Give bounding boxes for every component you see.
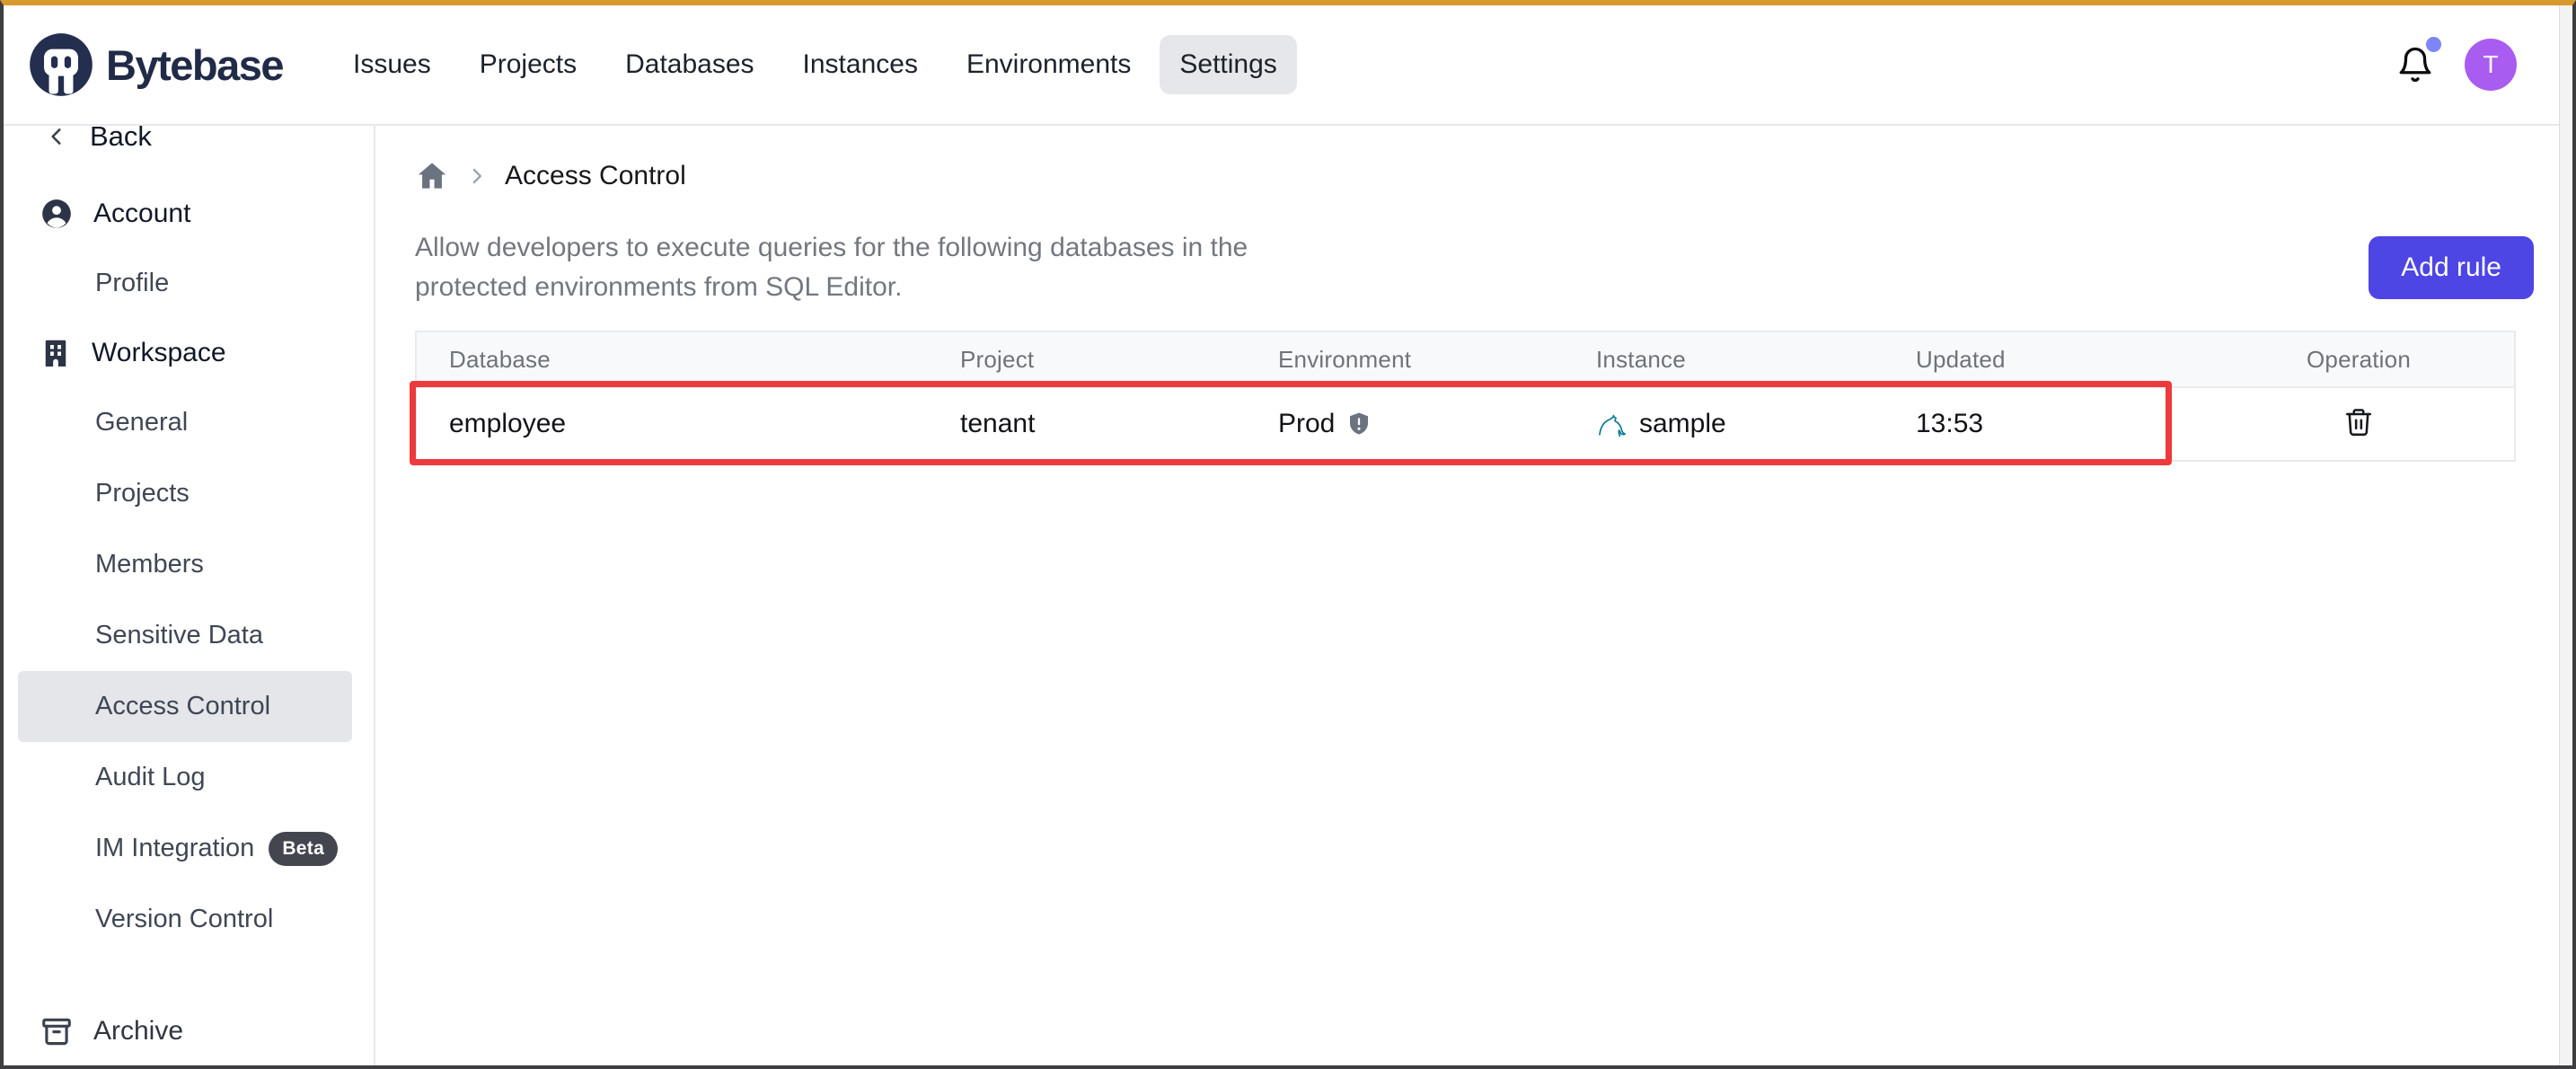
access-rules-table-wrap: Database Project Environment Instance Up… [415,331,2516,462]
nav-item-environments[interactable]: Environments [947,35,1151,94]
user-avatar[interactable]: T [2465,39,2517,91]
back-label: Back [90,126,152,153]
brand-wordmark: Bytebase [106,40,283,90]
beta-badge: Beta [269,832,338,866]
nav-item-projects[interactable]: Projects [460,35,596,94]
vertical-scrollbar[interactable] [2559,5,2572,1065]
bytebase-logo[interactable]: Bytebase [27,31,283,99]
sidebar-item-audit-log[interactable]: Audit Log [18,742,352,813]
header-right-controls: T [2396,39,2533,91]
sidebar-item-members[interactable]: Members [18,529,352,600]
section-title: Workspace [92,338,226,368]
cell-operation [2203,387,2515,461]
chevron-left-icon [45,126,68,150]
sidebar-item-projects[interactable]: Projects [18,458,352,529]
building-icon [40,336,72,370]
col-database: Database [416,331,928,387]
bytebase-app-window: Bytebase Issues Projects Databases Insta… [0,0,2576,1069]
sidebar-back-button[interactable]: Back [4,126,374,167]
sidebar-section-workspace: Workspace [4,319,374,387]
page-intro-row: Allow developers to execute queries for … [415,228,2534,307]
table-header-row: Database Project Environment Instance Up… [416,331,2515,387]
chevron-right-icon [465,164,489,188]
content-area: Back Account Profile [4,126,2572,1065]
nav-item-settings[interactable]: Settings [1160,35,1296,94]
cell-environment: Prod [1246,387,1564,461]
archive-icon [40,1014,74,1048]
mysql-dolphin-icon [1596,409,1628,439]
sidebar-item-archive[interactable]: Archive [4,997,374,1065]
sidebar-item-version-control[interactable]: Version Control [18,884,352,955]
settings-sidebar: Back Account Profile [4,126,375,1065]
notification-dot [2426,37,2441,52]
col-project: Project [928,331,1246,387]
home-icon [415,159,449,193]
add-rule-button[interactable]: Add rule [2369,236,2534,299]
sidebar-section-account: Account [4,180,374,248]
archive-label: Archive [93,1016,183,1047]
col-updated: Updated [1883,331,2203,387]
cell-instance: sample [1564,387,1883,461]
cell-project: tenant [928,387,1246,461]
section-title: Account [93,199,190,229]
sidebar-item-sensitive-data[interactable]: Sensitive Data [18,600,352,671]
sidebar-item-profile[interactable]: Profile [18,248,352,319]
shield-exclamation-icon [1345,411,1372,437]
sidebar-item-im-integration[interactable]: IM Integration Beta [18,813,352,884]
sidebar-item-access-control[interactable]: Access Control [18,671,352,742]
sidebar-item-general[interactable]: General [18,387,352,458]
top-navigation-bar: Bytebase Issues Projects Databases Insta… [4,5,2572,126]
table-row: employee tenant Prod [416,387,2515,461]
bytebase-mascot-icon [27,31,95,99]
cell-updated: 13:53 [1883,387,2203,461]
page-description: Allow developers to execute queries for … [415,228,1367,307]
col-instance: Instance [1564,331,1883,387]
cell-database: employee [416,387,928,461]
nav-item-issues[interactable]: Issues [333,35,451,94]
breadcrumb-current: Access Control [505,161,686,191]
notification-bell-button[interactable] [2396,44,2434,85]
user-circle-icon [40,197,74,231]
nav-item-databases[interactable]: Databases [605,35,773,94]
breadcrumb: Access Control [415,156,2534,196]
col-operation: Operation [2203,331,2515,387]
delete-rule-button[interactable] [2339,402,2378,442]
breadcrumb-home-button[interactable] [415,159,449,193]
col-environment: Environment [1246,331,1564,387]
access-control-page: Access Control Allow developers to execu… [375,126,2572,1065]
trash-icon [2342,406,2375,438]
avatar-initial: T [2483,50,2498,79]
access-rules-table: Database Project Environment Instance Up… [415,331,2516,462]
nav-item-instances[interactable]: Instances [783,35,938,94]
main-nav: Issues Projects Databases Instances Envi… [333,35,1297,94]
